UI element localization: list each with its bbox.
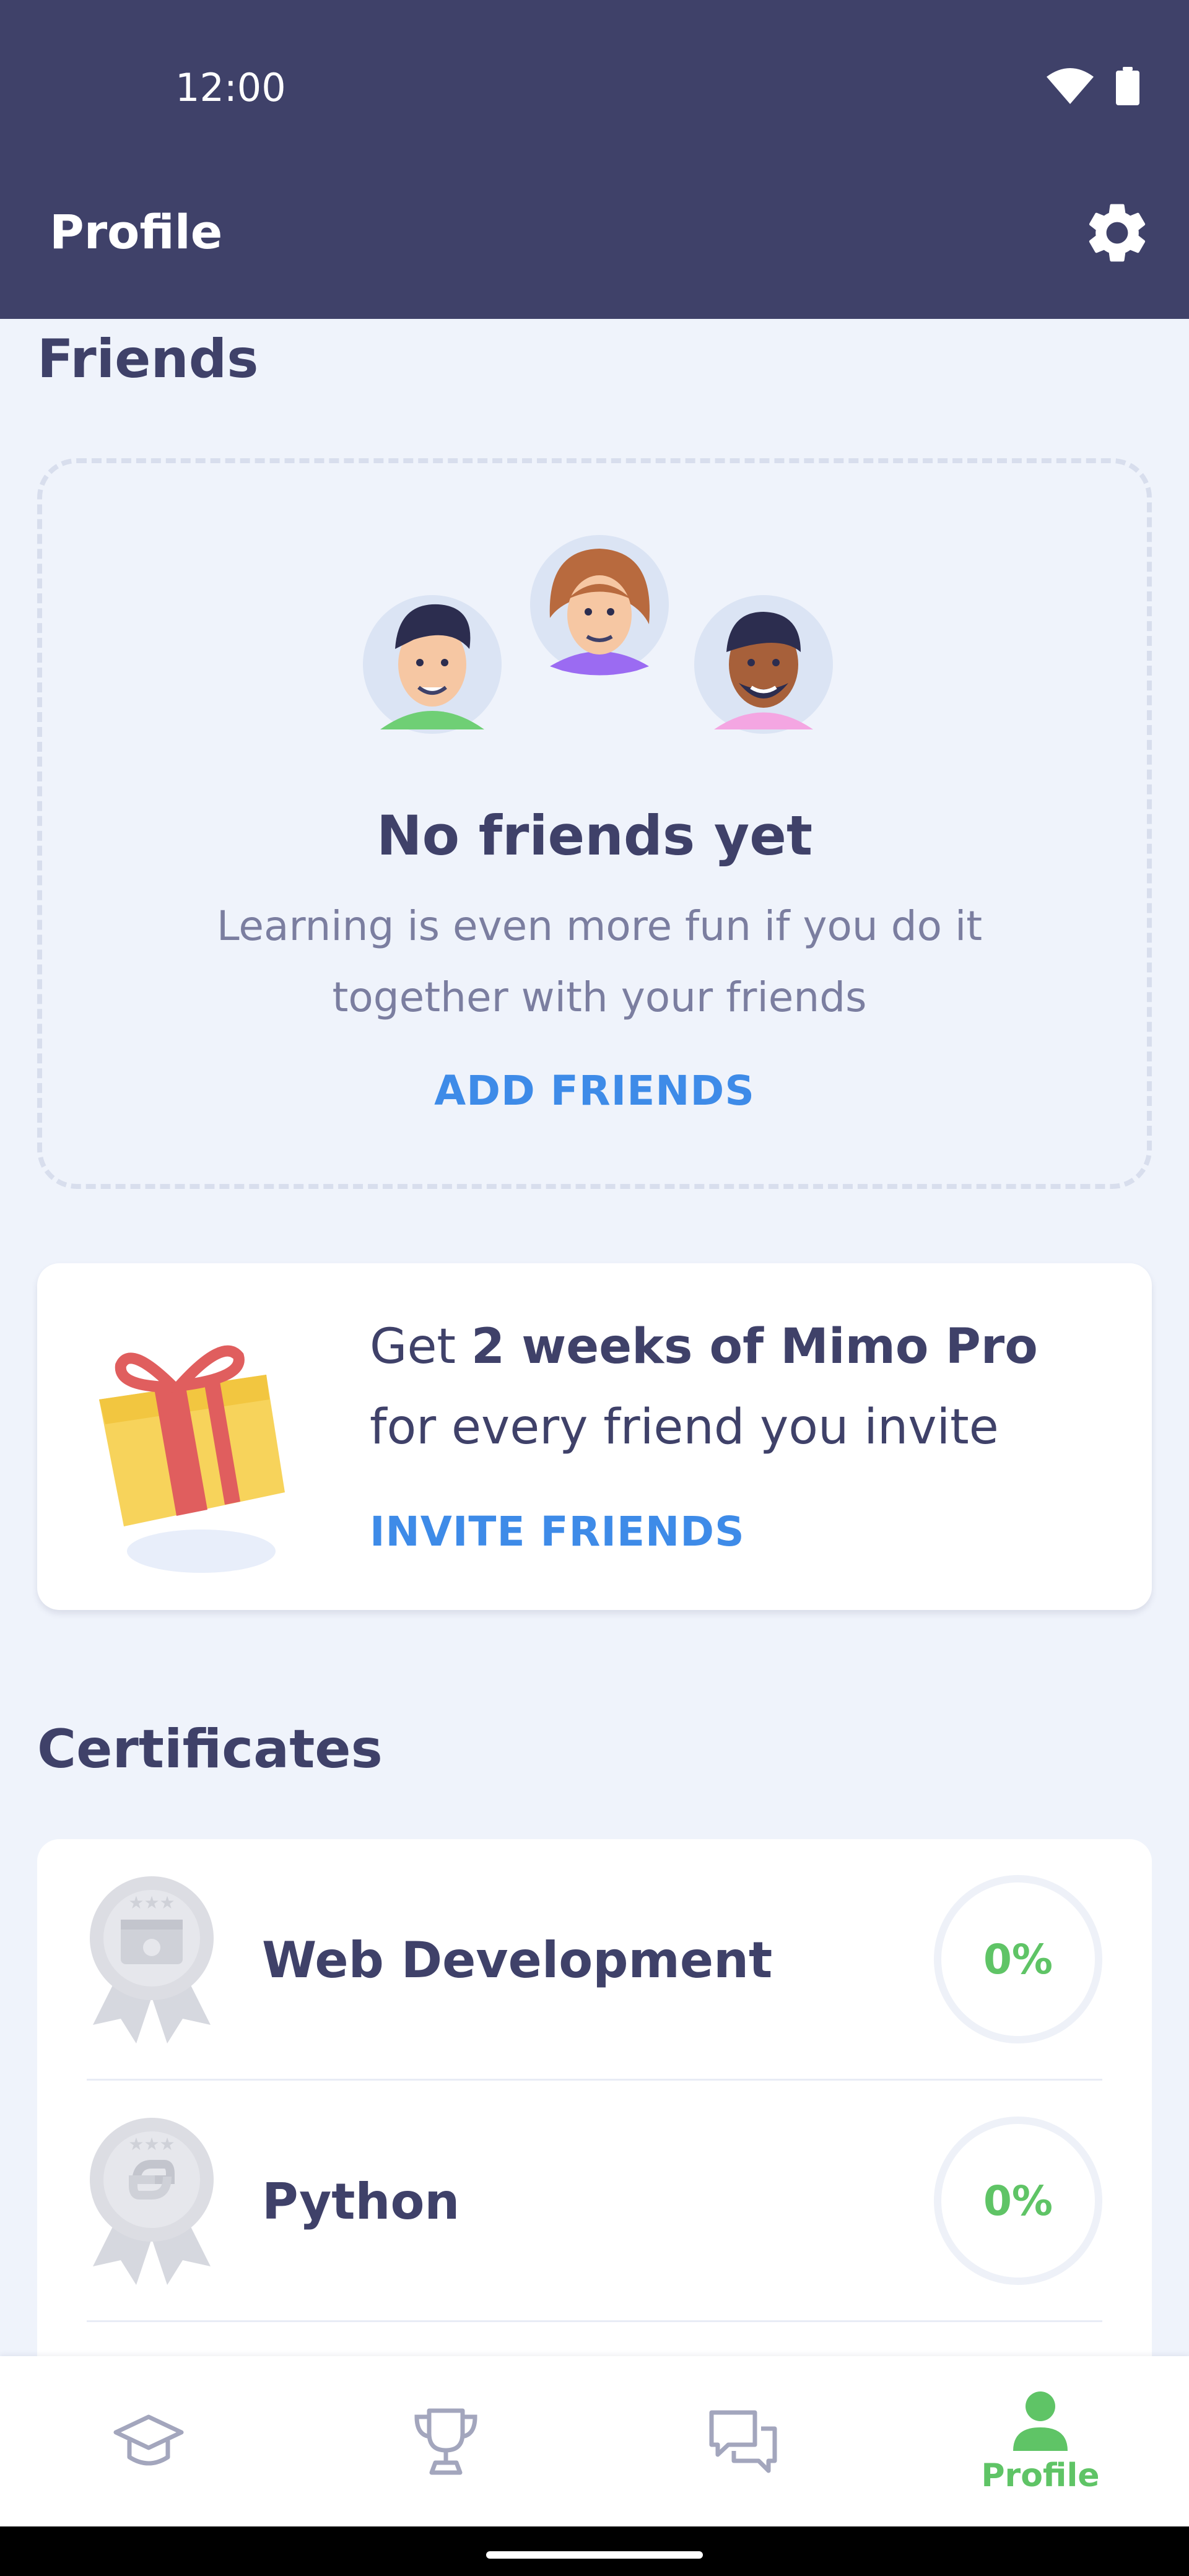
invite-description: Get 2 weeks of Mimo Pro for every friend… <box>370 1307 1113 1468</box>
svg-text:★★★: ★★★ <box>128 1892 175 1913</box>
add-friends-button[interactable]: ADD FRIENDS <box>42 1067 1147 1115</box>
invite-text-prefix: Get <box>370 1319 471 1375</box>
avatar-right-icon <box>694 595 833 734</box>
invite-text-highlight: 2 weeks of Mimo Pro <box>471 1319 1038 1375</box>
status-time: 12:00 <box>175 65 286 110</box>
battery-icon <box>1116 67 1139 105</box>
nav-community[interactable] <box>594 2356 892 2526</box>
home-gesture-handle[interactable] <box>486 2551 703 2559</box>
certificates-section-title: Certificates <box>37 1718 383 1780</box>
certificate-name: Web Development <box>262 1931 773 1989</box>
nav-learn[interactable] <box>0 2356 297 2526</box>
trophy-icon <box>414 2408 477 2474</box>
settings-button[interactable] <box>1080 196 1154 270</box>
no-friends-subtitle: Learning is even more fun if you do it t… <box>216 902 983 1021</box>
wifi-icon <box>1047 68 1094 104</box>
friends-avatars-illustration <box>363 535 833 734</box>
certificate-row-python[interactable]: ★★★ Python 0% <box>87 2081 1102 2322</box>
web-certificate-badge-icon: ★★★ <box>90 1876 214 2043</box>
avatar-middle-icon <box>530 535 669 676</box>
certificate-row-web-development[interactable]: ★★★ Web Development 0% <box>87 1839 1102 2081</box>
graduation-cap-icon <box>113 2414 184 2465</box>
avatar-left-icon <box>363 595 502 734</box>
chat-bubbles-icon <box>709 2410 777 2473</box>
invite-friends-card: Get 2 weeks of Mimo Pro for every friend… <box>37 1263 1152 1610</box>
certificate-progress: 0% <box>934 1875 1102 2043</box>
gear-icon <box>1089 204 1146 262</box>
gift-icon <box>99 1345 285 1573</box>
certificate-name: Python <box>262 2172 460 2230</box>
system-gesture-bar <box>0 2526 1189 2576</box>
certificate-progress: 0% <box>934 2117 1102 2285</box>
divider <box>87 2320 1102 2322</box>
invite-text-suffix: for every friend you invite <box>370 1399 999 1455</box>
friends-empty-card: No friends yet Learning is even more fun… <box>37 458 1152 1189</box>
page-title: Profile <box>50 204 223 259</box>
invite-friends-button[interactable]: INVITE FRIENDS <box>370 1508 745 1556</box>
status-icons <box>1047 67 1139 105</box>
status-bar: 12:00 <box>0 0 1189 176</box>
bottom-navigation: Profile <box>0 2356 1189 2526</box>
svg-text:★★★: ★★★ <box>128 2134 175 2154</box>
profile-person-icon <box>1013 2391 1068 2451</box>
no-friends-title: No friends yet <box>376 804 813 868</box>
nav-profile-label: Profile <box>981 2456 1100 2494</box>
nav-profile[interactable]: Profile <box>892 2356 1189 2526</box>
python-certificate-badge-icon: ★★★ <box>90 2118 214 2285</box>
friends-section-title: Friends <box>37 328 259 390</box>
nav-leaderboard[interactable] <box>297 2356 594 2526</box>
